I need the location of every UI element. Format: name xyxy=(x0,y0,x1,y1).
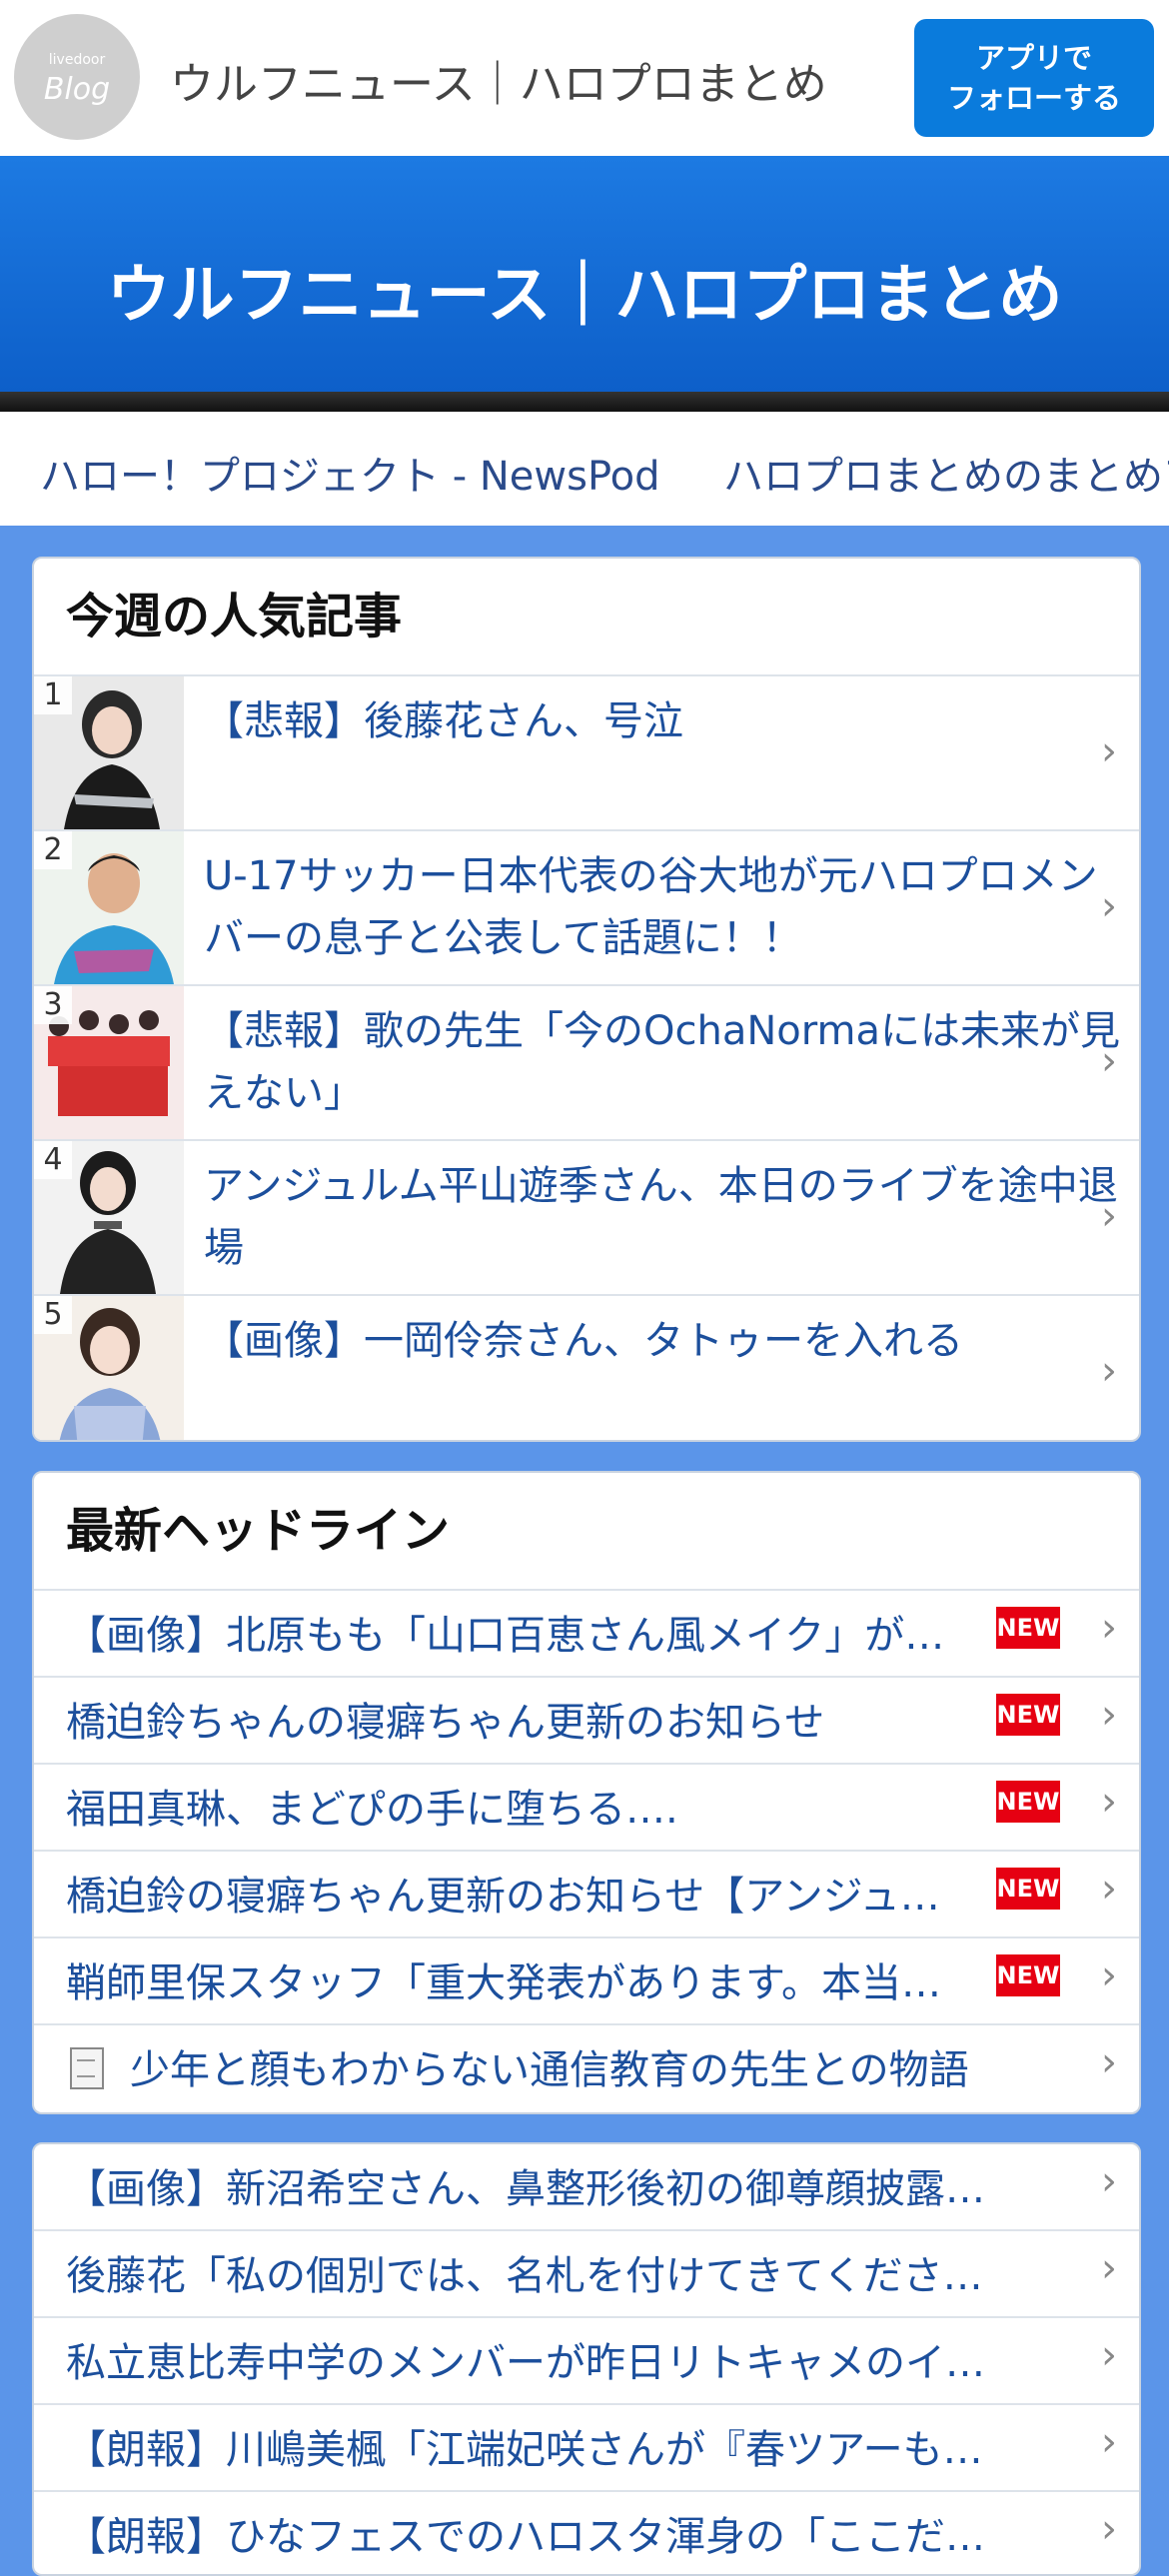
chevron-right-icon: › xyxy=(1101,1779,1117,1825)
article-thumbnail: 4 xyxy=(34,1141,184,1294)
article-title: 【悲報】後藤花さん、号泣 xyxy=(204,698,683,744)
chevron-right-icon: › xyxy=(1101,2332,1117,2378)
new-badge: NEW xyxy=(996,1954,1060,1996)
headline-item[interactable]: 【朗報】ひなフェスでのハロスタ渾身の「ここだ… › xyxy=(34,2492,1139,2574)
rank-number: 5 xyxy=(34,1296,72,1334)
popular-article-4[interactable]: 4 アンジュルム平山遊季さん、本日のライブを途中退場 › xyxy=(34,1141,1139,1296)
chevron-right-icon: › xyxy=(1101,1348,1117,1394)
article-thumbnail: 5 xyxy=(34,1296,184,1440)
headline-item[interactable]: 後藤花「私の個別では、名札を付けてきてくださ… › xyxy=(34,2231,1139,2318)
popular-article-1[interactable]: 1 【悲報】後藤花さん、号泣 › xyxy=(34,676,1139,831)
follow-button-label: アプリで フォローする xyxy=(946,41,1121,115)
popular-article-3[interactable]: 3 【悲報】歌の先生「今のOchaNormaには未来が見えない」 › xyxy=(34,986,1139,1141)
latest-headlines-card: 最新ヘッドライン 【画像】北原もも「山口百恵さん風メイク」が… NEW › 橋迫… xyxy=(32,1471,1141,2114)
headline-item[interactable]: 橋迫鈴の寝癖ちゃん更新のお知らせ【アンジュ… NEW › xyxy=(34,1852,1139,1938)
popular-article-2[interactable]: 2 U-17サッカー日本代表の谷大地が元ハロプロメンバーの息子と公表して話題に！… xyxy=(34,831,1139,986)
popular-article-5[interactable]: 5 【画像】一岡伶奈さん、タトゥーを入れる › xyxy=(34,1296,1139,1440)
document-icon xyxy=(70,2047,104,2089)
chevron-right-icon: › xyxy=(1101,2245,1117,2291)
article-title: U-17サッカー日本代表の谷大地が元ハロプロメンバーの息子と公表して話題に！！ xyxy=(204,853,1098,961)
logo-small-text: livedoor xyxy=(48,52,106,68)
latest-headlines-heading: 最新ヘッドライン xyxy=(34,1473,1139,1591)
headline-item[interactable]: 福田真琳、まどぴの手に堕ちる…. NEW › xyxy=(34,1765,1139,1852)
headline-item[interactable]: 【画像】北原もも「山口百恵さん風メイク」が… NEW › xyxy=(34,1591,1139,1678)
chevron-right-icon: › xyxy=(1101,883,1117,929)
headline-title: 橋迫鈴の寝癖ちゃん更新のお知らせ【アンジュ… xyxy=(66,1874,940,1920)
headline-item[interactable]: 鞘師里保スタッフ「重大発表があります。本当… NEW › xyxy=(34,1938,1139,2025)
chevron-right-icon: › xyxy=(1101,1605,1117,1651)
article-title: 【画像】一岡伶奈さん、タトゥーを入れる xyxy=(204,1318,963,1364)
headline-item[interactable]: 私立恵比寿中学のメンバーが昨日リトキャメのイ… › xyxy=(34,2318,1139,2405)
site-name[interactable]: ウルフニュース｜ハロプロまとめ xyxy=(170,48,827,112)
headline-title: 橋迫鈴ちゃんの寝癖ちゃん更新のお知らせ xyxy=(66,1700,825,1746)
headline-item[interactable]: 【画像】新沼希空さん、鼻整形後初の御尊顔披露… › xyxy=(34,2144,1139,2231)
related-link-matome[interactable]: ハロプロまとめのまとめア xyxy=(723,444,1169,502)
follow-in-app-button[interactable]: アプリで フォローする xyxy=(914,19,1154,137)
new-badge: NEW xyxy=(996,1868,1060,1910)
headline-title: 【朗報】川嶋美楓「江端妃咲さんが『春ツアーも… xyxy=(66,2427,983,2473)
new-badge: NEW xyxy=(996,1781,1060,1823)
headline-title: 福田真琳、まどぴの手に堕ちる…. xyxy=(66,1787,678,1833)
headline-item[interactable]: 少年と顔もわからない通信教育の先生との物語 › xyxy=(34,2025,1139,2110)
chevron-right-icon: › xyxy=(1101,2158,1117,2204)
headline-title: 【朗報】ひなフェスでのハロスタ渾身の「ここだ… xyxy=(66,2514,985,2560)
chevron-right-icon: › xyxy=(1101,1866,1117,1912)
top-bar: livedoor Blog ウルフニュース｜ハロプロまとめ アプリで フォローす… xyxy=(0,0,1169,156)
chevron-right-icon: › xyxy=(1101,2419,1117,2465)
popular-articles-card: 今週の人気記事 1 【悲報】後藤花さん、号泣 › 2 U-17サッカー日本代表の… xyxy=(32,557,1141,1442)
new-badge: NEW xyxy=(996,1607,1060,1649)
rank-number: 2 xyxy=(34,831,72,869)
article-thumbnail: 3 xyxy=(34,986,184,1139)
rank-number: 3 xyxy=(34,986,72,1024)
headline-title: 【画像】新沼希空さん、鼻整形後初の御尊顔披露… xyxy=(66,2166,985,2212)
banner-divider xyxy=(0,392,1169,412)
chevron-right-icon: › xyxy=(1101,728,1117,774)
headline-title: 後藤花「私の個別では、名札を付けてきてくださ… xyxy=(66,2253,983,2299)
chevron-right-icon: › xyxy=(1101,2506,1117,2552)
related-links-bar: ハロー！プロジェクト - NewsPod ハロプロまとめのまとめア xyxy=(0,412,1169,526)
more-headlines-card: 【画像】新沼希空さん、鼻整形後初の御尊顔披露… › 後藤花「私の個別では、名札を… xyxy=(32,2142,1141,2576)
article-title: 【悲報】歌の先生「今のOchaNormaには未来が見えない」 xyxy=(204,1008,1120,1116)
chevron-right-icon: › xyxy=(1101,1952,1117,1998)
headline-item[interactable]: 橋迫鈴ちゃんの寝癖ちゃん更新のお知らせ NEW › xyxy=(34,1678,1139,1765)
popular-articles-heading: 今週の人気記事 xyxy=(34,559,1139,676)
logo-big-text: Blog xyxy=(43,72,111,107)
article-thumbnail: 1 xyxy=(34,676,184,829)
chevron-right-icon: › xyxy=(1101,2039,1117,2085)
chevron-right-icon: › xyxy=(1101,1692,1117,1738)
related-link-newspod[interactable]: ハロー！プロジェクト - NewsPod xyxy=(40,444,660,502)
chevron-right-icon: › xyxy=(1101,1193,1117,1239)
livedoor-blog-logo[interactable]: livedoor Blog xyxy=(14,14,140,140)
headline-title: 【画像】北原もも「山口百恵さん風メイク」が… xyxy=(66,1613,945,1659)
new-badge: NEW xyxy=(996,1694,1060,1736)
article-thumbnail: 2 xyxy=(34,831,184,984)
blog-banner[interactable]: ウルフニュース｜ハロプロまとめ xyxy=(0,156,1169,392)
headline-item[interactable]: 【朗報】川嶋美楓「江端妃咲さんが『春ツアーも… › xyxy=(34,2405,1139,2492)
chevron-right-icon: › xyxy=(1101,1038,1117,1084)
article-title: アンジュルム平山遊季さん、本日のライブを途中退場 xyxy=(204,1163,1118,1271)
rank-number: 4 xyxy=(34,1141,72,1179)
rank-number: 1 xyxy=(34,676,72,714)
headline-title: 少年と顔もわからない通信教育の先生との物語 xyxy=(130,2047,969,2093)
banner-title: ウルフニュース｜ハロプロまとめ xyxy=(106,259,1063,333)
headline-title: 私立恵比寿中学のメンバーが昨日リトキャメのイ… xyxy=(66,2340,985,2386)
headline-title: 鞘師里保スタッフ「重大発表があります。本当… xyxy=(66,1960,941,2006)
